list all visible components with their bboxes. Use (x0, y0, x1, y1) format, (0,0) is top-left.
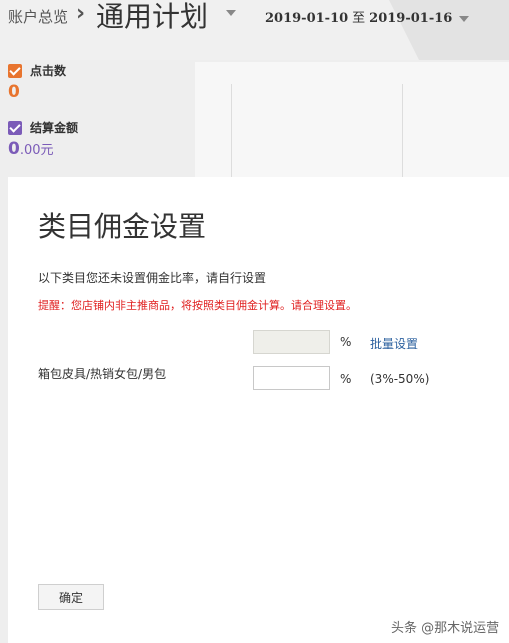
batch-rate-input[interactable] (253, 330, 330, 354)
metric-clicks-value: 0 (8, 82, 20, 102)
metric-settlement[interactable]: 结算金额 (8, 117, 78, 136)
modal-title: 类目佣金设置 (38, 210, 207, 243)
confirm-button[interactable]: 确定 (38, 584, 104, 610)
date-range-selector[interactable]: 2019-01-10 至 2019-01-16 (265, 7, 469, 26)
watermark: 头条 @那木说运营 (391, 621, 500, 636)
metric-settlement-label: 结算金额 (30, 121, 79, 135)
settlement-value-int: 0 (8, 139, 20, 159)
category-label: 箱包皮具/热销女包/男包 (38, 367, 167, 381)
checkbox-settlement-icon[interactable] (8, 120, 22, 135)
plan-dropdown-caret-icon[interactable] (226, 10, 236, 16)
plan-title[interactable]: 通用计划 (96, 0, 208, 34)
chevron-right-icon: › (76, 1, 86, 26)
chart-gridline (231, 84, 232, 177)
batch-percent-unit: % (340, 335, 352, 349)
date-end: 2019-01-16 (369, 11, 453, 26)
settlement-value-dec: .00元 (19, 143, 54, 158)
modal-warning-text: 提醒：您店铺内非主推商品，将按照类目佣金计算。请合理设置。 (38, 299, 357, 312)
metric-clicks-label: 点击数 (30, 64, 67, 78)
chart-area (195, 62, 509, 177)
batch-set-link[interactable]: 批量设置 (370, 335, 418, 352)
checkbox-clicks-icon[interactable] (8, 63, 22, 78)
metric-settlement-value: 0.00元 (8, 139, 54, 159)
category-rate-input[interactable] (253, 366, 330, 390)
top-header: 账户总览 › 通用计划 2019-01-10 至 2019-01-16 (0, 0, 509, 60)
breadcrumb-account-overview[interactable]: 账户总览 (8, 6, 68, 27)
date-separator: 至 (352, 11, 366, 26)
chart-gridline (402, 84, 403, 177)
date-dropdown-caret-icon[interactable] (458, 15, 469, 22)
rate-range-hint: (3%-50%) (370, 372, 430, 386)
category-percent-unit: % (340, 372, 352, 386)
category-commission-modal: 类目佣金设置 以下类目您还未设置佣金比率，请自行设置 提醒：您店铺内非主推商品，… (8, 177, 509, 643)
date-start: 2019-01-10 (265, 11, 349, 26)
metric-clicks[interactable]: 点击数 (8, 60, 66, 79)
modal-info-text: 以下类目您还未设置佣金比率，请自行设置 (38, 271, 267, 285)
